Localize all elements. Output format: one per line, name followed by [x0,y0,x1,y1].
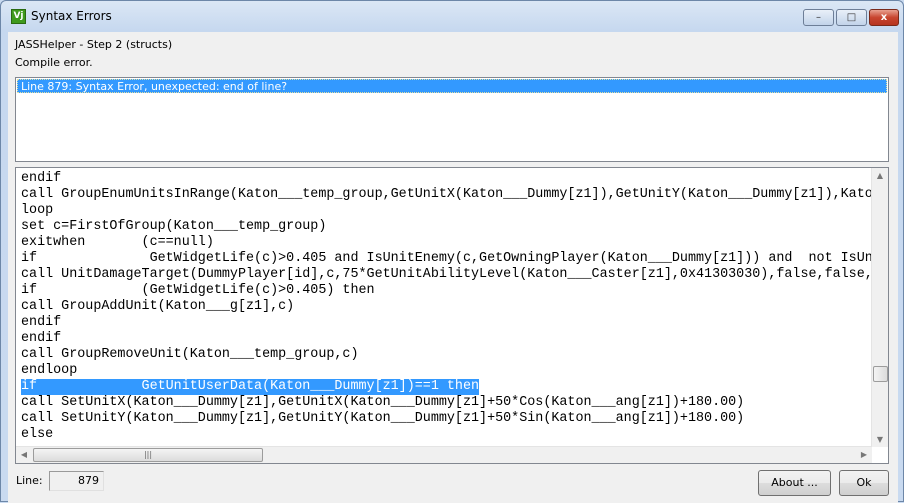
title-bar[interactable]: Vj Syntax Errors – □ x [1,1,904,33]
step-label: JASSHelper - Step 2 (structs) [15,38,173,51]
code-line: call GroupRemoveUnit(Katon___temp_group,… [21,347,881,363]
code-lines: endif call GroupEnumUnitsInRange(Katon___… [21,171,881,443]
ok-button[interactable]: Ok [839,470,889,496]
code-line: endif [21,171,881,187]
code-line-text: if GetWidgetLife(c)>0.405 and IsUnitEnem… [21,251,881,266]
code-line-text: else [21,427,54,442]
window-title: Syntax Errors [31,9,112,23]
syntax-errors-window: Vj Syntax Errors – □ x JASSHelper - Step… [0,0,904,503]
scroll-up-icon[interactable]: ▲ [872,171,888,180]
code-line-text: exitwhen (c==null) [21,235,214,250]
code-line: endif [21,331,881,347]
scroll-left-icon[interactable]: ◀ [16,450,32,459]
scroll-right-icon[interactable]: ▶ [856,450,872,459]
code-line-text: call UnitDamageTarget(DummyPlayer[id],c,… [21,267,881,282]
code-line: call SetUnitY(Katon___Dummy[z1],GetUnitY… [21,411,881,427]
app-icon: Vj [11,9,26,24]
error-item[interactable]: Line 879: Syntax Error, unexpected: end … [17,79,887,93]
code-line-text: call GroupEnumUnitsInRange(Katon___temp_… [21,187,873,202]
code-line-text: if (GetWidgetLife(c)>0.405) then [21,283,375,298]
code-line-text: endif [21,331,62,346]
code-line: else [21,427,881,443]
vertical-scroll-thumb[interactable] [873,366,888,382]
maximize-button[interactable]: □ [836,9,867,26]
line-label: Line: [16,474,43,487]
code-line-text: call GroupRemoveUnit(Katon___temp_group,… [21,347,359,362]
code-line: exitwhen (c==null) [21,235,881,251]
code-view[interactable]: endif call GroupEnumUnitsInRange(Katon___… [15,167,889,464]
dialog-body: JASSHelper - Step 2 (structs) Compile er… [8,32,898,503]
code-line-text: loop [21,203,54,218]
code-line-text: call GroupAddUnit(Katon___g[z1],c) [21,299,295,314]
close-button[interactable]: x [869,9,899,26]
code-line-text: call SetUnitX(Katon___Dummy[z1],GetUnitX… [21,395,745,410]
minimize-button[interactable]: – [803,9,834,26]
status-label: Compile error. [15,56,93,69]
code-line: endloop [21,363,881,379]
vertical-scrollbar[interactable]: ▲ ▼ [871,168,888,447]
code-line-text: endif [21,315,62,330]
code-line: if GetWidgetLife(c)>0.405 and IsUnitEnem… [21,251,881,267]
highlighted-error-line: if GetUnitUserData(Katon___Dummy[z1])==1… [21,379,480,395]
code-line: call GroupEnumUnitsInRange(Katon___temp_… [21,187,881,203]
horizontal-scrollbar[interactable]: ◀ ||| ▶ [16,446,872,463]
code-line-text: set c=FirstOfGroup(Katon___temp_group) [21,219,327,234]
code-line-text: endloop [21,363,78,378]
code-line: if (GetWidgetLife(c)>0.405) then [21,283,881,299]
horizontal-scroll-thumb[interactable]: ||| [33,448,263,462]
code-line-text: call SetUnitY(Katon___Dummy[z1],GetUnitY… [21,411,745,426]
code-line: call UnitDamageTarget(DummyPlayer[id],c,… [21,267,881,283]
line-number-field: 879 [49,471,104,491]
code-line: call SetUnitX(Katon___Dummy[z1],GetUnitX… [21,395,881,411]
code-line: if GetUnitUserData(Katon___Dummy[z1])==1… [21,379,881,395]
code-line: call GroupAddUnit(Katon___g[z1],c) [21,299,881,315]
code-line-text: endif [21,171,62,186]
scroll-down-icon[interactable]: ▼ [872,435,888,444]
error-list[interactable]: Line 879: Syntax Error, unexpected: end … [15,77,889,162]
code-line: set c=FirstOfGroup(Katon___temp_group) [21,219,881,235]
code-line: loop [21,203,881,219]
code-line: endif [21,315,881,331]
about-button[interactable]: About ... [758,470,831,496]
